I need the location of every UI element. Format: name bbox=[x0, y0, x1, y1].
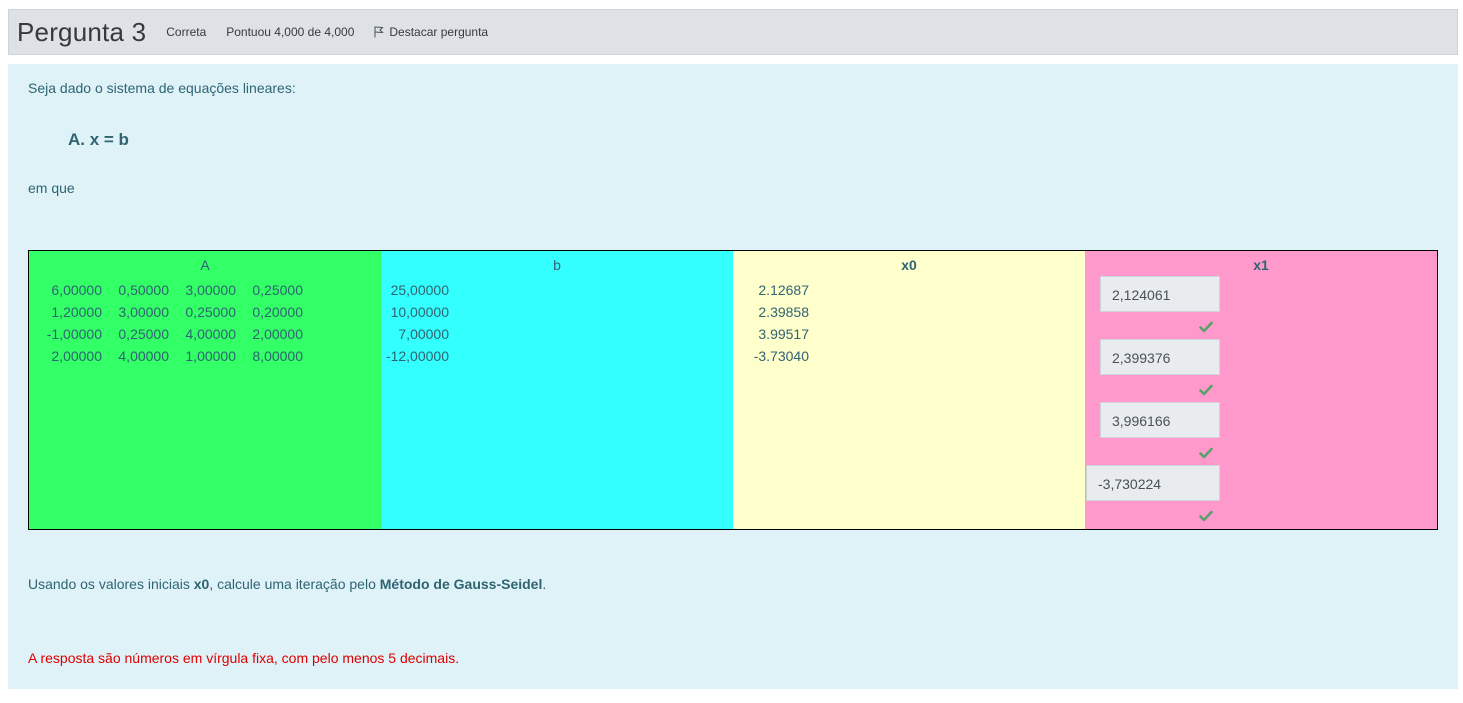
matrix-table: A 6,00000 0,50000 3,00000 0,25000 1,2000… bbox=[28, 250, 1438, 530]
question-info-bar: Pergunta 3 Correta Pontuou 4,000 de 4,00… bbox=[8, 9, 1458, 55]
vector-x0-cell: 3.99517 bbox=[758, 326, 809, 342]
matrix-a-cell: -1,00000 bbox=[46, 326, 102, 342]
question-number: 3 bbox=[131, 16, 147, 47]
question-status: Correta bbox=[166, 25, 207, 39]
matrix-a-cell: 8,00000 bbox=[252, 348, 303, 364]
matrix-a-cell: 1,20000 bbox=[51, 304, 102, 320]
vector-x0-cell: 2.12687 bbox=[758, 282, 809, 298]
check-icon bbox=[1199, 384, 1213, 396]
question-content: Seja dado o sistema de equações lineares… bbox=[8, 64, 1458, 689]
matrix-a-header: A bbox=[200, 257, 210, 273]
question-title-word: Pergunta bbox=[17, 16, 125, 47]
vector-x0-values: 2.12687 2.39858 3.99517 -3.73040 bbox=[749, 279, 809, 367]
vector-b-cell: 25,00000 bbox=[390, 282, 449, 298]
matrix-a-cell: 2,00000 bbox=[51, 348, 102, 364]
matrix-a-cell: 0,50000 bbox=[118, 282, 169, 298]
x1-answer-input-4[interactable]: -3,730224 bbox=[1086, 465, 1220, 501]
matrix-a-cell: 4,00000 bbox=[118, 348, 169, 364]
matrix-a-cell: 3,00000 bbox=[118, 304, 169, 320]
vector-b-header: b bbox=[553, 257, 561, 273]
vector-x0-cell: -3.73040 bbox=[753, 348, 809, 364]
matrix-a-cell: 0,25000 bbox=[185, 304, 236, 320]
x1-answer-input-3[interactable]: 3,996166 bbox=[1100, 402, 1220, 438]
task-x0-term: x0 bbox=[193, 576, 210, 592]
em-que-text: em que bbox=[28, 180, 75, 196]
matrix-a-cell: 4,00000 bbox=[185, 326, 236, 342]
task-text-mid: , calcule uma iteração pelo bbox=[209, 576, 380, 592]
matrix-a-row: -1,00000 0,25000 4,00000 2,00000 bbox=[35, 323, 303, 345]
equation-formula: A. x = b bbox=[68, 130, 129, 149]
vector-b-cell: 10,00000 bbox=[390, 304, 449, 320]
matrix-a-cell: 6,00000 bbox=[51, 282, 102, 298]
matrix-a-cell: 3,00000 bbox=[185, 282, 236, 298]
x1-answer-input-1[interactable]: 2,124061 bbox=[1100, 276, 1220, 312]
x1-answer-input-2[interactable]: 2,399376 bbox=[1100, 339, 1220, 375]
task-text-pre: Usando os valores iniciais bbox=[28, 576, 194, 592]
check-icon bbox=[1199, 510, 1213, 522]
vector-x0-cell: 2.39858 bbox=[758, 304, 809, 320]
matrix-a-cell: 0,25000 bbox=[252, 282, 303, 298]
flag-icon bbox=[374, 26, 385, 38]
flag-question-label: Destacar pergunta bbox=[389, 25, 489, 39]
question-title: Pergunta 3 bbox=[17, 17, 146, 48]
task-method-name: Método de Gauss-Seidel bbox=[379, 576, 543, 592]
matrix-a-column: A 6,00000 0,50000 3,00000 0,25000 1,2000… bbox=[29, 251, 381, 529]
task-instruction: Usando os valores iniciais x0, calcule u… bbox=[28, 576, 546, 592]
matrix-a-row: 6,00000 0,50000 3,00000 0,25000 bbox=[35, 279, 303, 301]
matrix-a-cell: 1,00000 bbox=[185, 348, 236, 364]
matrix-a-cell: 2,00000 bbox=[252, 326, 303, 342]
task-text-end: . bbox=[542, 576, 547, 592]
vector-b-cell: -12,00000 bbox=[385, 348, 449, 364]
matrix-a-row: 2,00000 4,00000 1,00000 8,00000 bbox=[35, 345, 303, 367]
matrix-a-row: 1,20000 3,00000 0,25000 0,20000 bbox=[35, 301, 303, 323]
vector-x0-column: x0 2.12687 2.39858 3.99517 -3.73040 bbox=[733, 251, 1085, 529]
vector-x0-header: x0 bbox=[901, 257, 917, 273]
matrix-a-cell: 0,25000 bbox=[118, 326, 169, 342]
question-intro: Seja dado o sistema de equações lineares… bbox=[28, 80, 296, 96]
vector-x1-header: x1 bbox=[1253, 257, 1269, 273]
check-icon bbox=[1199, 447, 1213, 459]
vector-b-cell: 7,00000 bbox=[398, 326, 449, 342]
vector-x1-column: x1 2,124061 2,399376 3,996166 -3,730224 bbox=[1085, 251, 1437, 529]
answer-format-note: A resposta são números em vírgula fixa, … bbox=[28, 650, 460, 666]
matrix-a-values: 6,00000 0,50000 3,00000 0,25000 1,20000 … bbox=[35, 279, 303, 367]
vector-b-values: 25,00000 10,00000 7,00000 -12,00000 bbox=[381, 279, 449, 367]
question-score: Pontuou 4,000 de 4,000 bbox=[226, 25, 355, 39]
vector-b-column: b 25,00000 10,00000 7,00000 -12,00000 bbox=[381, 251, 733, 529]
check-icon bbox=[1199, 321, 1213, 333]
matrix-a-cell: 0,20000 bbox=[252, 304, 303, 320]
flag-question-link[interactable]: Destacar pergunta bbox=[374, 25, 488, 39]
